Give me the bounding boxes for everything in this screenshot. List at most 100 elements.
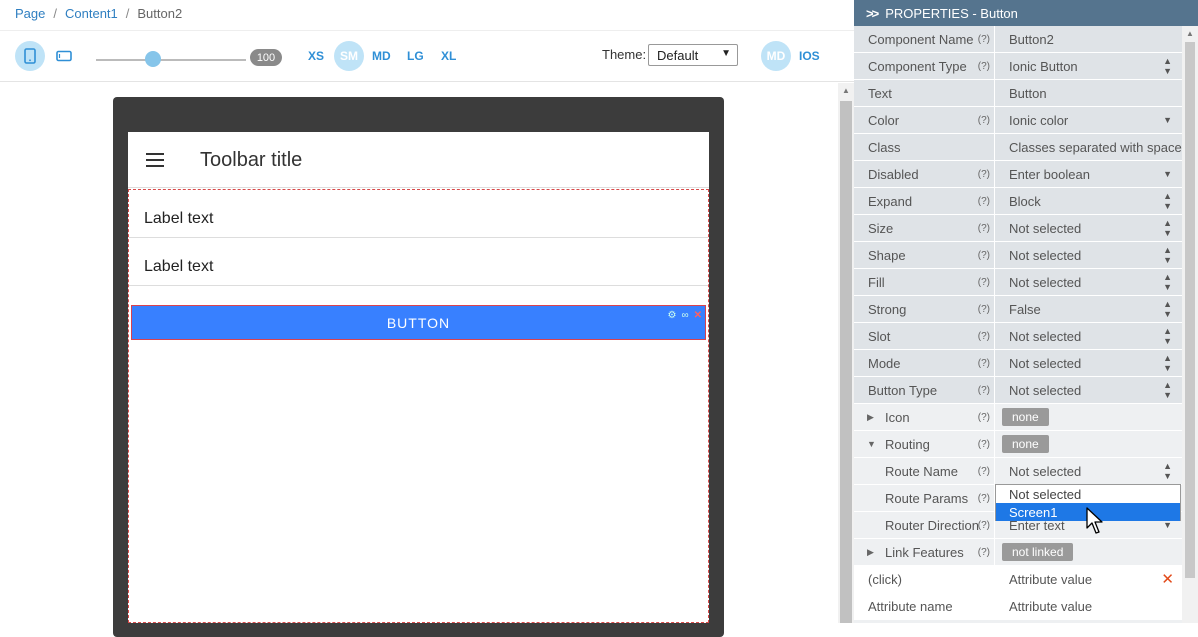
toolbar-title[interactable]: Toolbar title (200, 149, 302, 172)
attribute-value-placeholder: Attribute value (1009, 598, 1093, 614)
property-value-mode[interactable]: Not selected ▲ ▼ (994, 350, 1182, 376)
property-value-slot[interactable]: Not selected ▲ ▼ (994, 323, 1182, 349)
help-icon[interactable]: (?) (978, 412, 990, 423)
property-value-size[interactable]: Not selected ▲ ▼ (994, 215, 1182, 241)
scroll-up-arrow-icon[interactable]: ▲ (1186, 29, 1194, 38)
breadcrumb-separator: / (53, 6, 57, 21)
selected-ionic-button[interactable]: BUTTON ⚙ ∞ ✕ (131, 305, 706, 340)
panel-scrollbar[interactable]: ▲ (1182, 26, 1198, 623)
mode-md-button[interactable]: MD (761, 41, 791, 71)
help-icon[interactable]: (?) (978, 520, 990, 531)
list-item[interactable]: Label text (129, 238, 708, 286)
property-value-button-type[interactable]: Not selected ▲ ▼ (994, 377, 1182, 403)
hamburger-menu-icon[interactable] (146, 153, 164, 167)
property-value-shape[interactable]: Not selected ▲ ▼ (994, 242, 1182, 268)
breadcrumb-content1[interactable]: Content1 (65, 6, 118, 21)
help-icon[interactable]: (?) (978, 34, 990, 45)
tablet-view-button[interactable] (49, 41, 79, 71)
attribute-name-placeholder: Attribute name (868, 598, 953, 614)
help-icon[interactable]: (?) (978, 196, 990, 207)
breakpoint-sm[interactable]: SM (334, 41, 364, 71)
property-value-text: Not selected (1009, 220, 1082, 236)
delete-icon[interactable]: ✕ (1161, 570, 1174, 588)
property-group-link-features[interactable]: ▶ Link Features (?) not linked (854, 539, 1182, 566)
status-badge[interactable]: not linked (1002, 543, 1074, 561)
property-label: Text (868, 85, 892, 101)
panel-scrollbar-thumb[interactable] (1185, 42, 1195, 578)
property-value-text[interactable]: Button (994, 80, 1182, 106)
unlink-icon[interactable]: ∞ (681, 310, 689, 321)
property-value-class[interactable]: Classes separated with space (994, 134, 1182, 160)
scroll-up-arrow-icon[interactable]: ▲ (842, 86, 850, 95)
app-toolbar[interactable]: Toolbar title (128, 132, 709, 188)
help-icon[interactable]: (?) (978, 61, 990, 72)
property-name: Button Type (?) (854, 377, 994, 403)
help-icon[interactable]: (?) (978, 169, 990, 180)
help-icon[interactable]: (?) (978, 385, 990, 396)
property-value-expand[interactable]: Block ▲ ▼ (994, 188, 1182, 214)
help-icon[interactable]: (?) (978, 331, 990, 342)
mode-ios-button[interactable]: IOS (799, 49, 820, 63)
panel-header[interactable]: >> PROPERTIES - Button (854, 0, 1198, 26)
attribute-value-input[interactable]: Attribute value (994, 593, 1182, 619)
property-value-route-name[interactable]: Not selected ▲ ▼ (994, 458, 1182, 484)
attribute-value[interactable]: Attribute value ✕ (994, 566, 1182, 592)
content-container[interactable]: Label text Label text BUTTON ⚙ ∞ ✕ (128, 189, 709, 623)
property-value[interactable]: not linked (994, 539, 1182, 565)
status-badge[interactable]: none (1002, 435, 1049, 453)
triangle-right-icon[interactable]: ▶ (867, 412, 874, 423)
property-group-icon[interactable]: ▶ Icon (?) none (854, 404, 1182, 431)
canvas-scrollbar[interactable]: ▲ (838, 83, 854, 623)
property-value-text: Ionic color (1009, 112, 1069, 128)
help-icon[interactable]: (?) (978, 304, 990, 315)
attribute-name-input[interactable]: Attribute name (854, 593, 994, 619)
help-icon[interactable]: (?) (978, 466, 990, 477)
list-item[interactable]: Label text (129, 190, 708, 238)
property-value[interactable]: none (994, 404, 1182, 430)
property-value-text: Not selected (1009, 247, 1082, 263)
updown-arrows-icon: ▲ ▼ (1163, 299, 1172, 319)
breakpoint-md[interactable]: MD (372, 49, 391, 63)
property-label: Link Features (885, 544, 964, 560)
property-name: Strong (?) (854, 296, 994, 322)
help-icon[interactable]: (?) (978, 358, 990, 369)
triangle-right-icon[interactable]: ▶ (867, 547, 874, 558)
property-value-disabled[interactable]: Enter boolean ▼ (994, 161, 1182, 187)
canvas-scrollbar-thumb[interactable] (840, 101, 852, 623)
phone-view-button[interactable] (15, 41, 45, 71)
updown-arrows-icon: ▲ ▼ (1163, 326, 1172, 346)
property-name: Mode (?) (854, 350, 994, 376)
attribute-name[interactable]: (click) (854, 566, 994, 592)
double-chevron-right-icon[interactable]: >> (866, 6, 879, 21)
property-value-component-type[interactable]: Ionic Button ▲ ▼ (994, 53, 1182, 79)
breakpoint-xs[interactable]: XS (308, 49, 324, 63)
property-value-color[interactable]: Ionic color ▼ (994, 107, 1182, 133)
help-icon[interactable]: (?) (978, 115, 990, 126)
help-icon[interactable]: (?) (978, 547, 990, 558)
zoom-slider-track[interactable] (96, 59, 246, 61)
breakpoint-xl[interactable]: XL (441, 49, 456, 63)
help-icon[interactable]: (?) (978, 250, 990, 261)
property-name: Text (854, 80, 994, 106)
dropdown-option-not-selected[interactable]: Not selected (996, 485, 1180, 503)
phone-icon (24, 48, 36, 64)
theme-select[interactable]: Default ▼ (648, 44, 738, 66)
help-icon[interactable]: (?) (978, 277, 990, 288)
triangle-down-icon[interactable]: ▼ (867, 439, 876, 449)
property-value-component-name[interactable]: Button2 (994, 26, 1182, 52)
property-value[interactable]: none (994, 431, 1182, 457)
breakpoint-lg[interactable]: LG (407, 49, 424, 63)
close-icon[interactable]: ✕ (694, 310, 703, 321)
property-value-fill[interactable]: Not selected ▲ ▼ (994, 269, 1182, 295)
help-icon[interactable]: (?) (978, 223, 990, 234)
breadcrumb-page[interactable]: Page (15, 6, 45, 21)
zoom-slider-handle[interactable] (145, 51, 161, 67)
help-icon[interactable]: (?) (978, 493, 990, 504)
property-row-expand: Expand (?) Block ▲ ▼ (854, 188, 1182, 215)
status-badge[interactable]: none (1002, 408, 1049, 426)
property-value-strong[interactable]: False ▲ ▼ (994, 296, 1182, 322)
gear-icon[interactable]: ⚙ (668, 310, 678, 321)
help-icon[interactable]: (?) (978, 439, 990, 450)
property-group-routing[interactable]: ▼ Routing (?) none (854, 431, 1182, 458)
property-value-text: Ionic Button (1009, 58, 1078, 74)
